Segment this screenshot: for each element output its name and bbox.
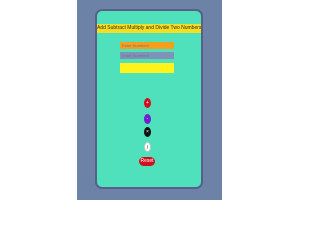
result-display — [120, 63, 174, 73]
add-button[interactable]: + — [144, 98, 151, 108]
app-background: Add Subtract Multiply and Divide Two Num… — [77, 0, 222, 200]
divide-button[interactable]: / — [144, 142, 151, 152]
reset-button[interactable]: Reset — [139, 157, 155, 166]
second-number-input[interactable] — [120, 52, 174, 59]
multiply-button[interactable]: × — [144, 127, 151, 137]
subtract-button[interactable]: - — [144, 114, 151, 124]
phone-frame: Add Subtract Multiply and Divide Two Num… — [95, 9, 203, 189]
app-title: Add Subtract Multiply and Divide Two Num… — [97, 24, 202, 33]
first-number-input[interactable] — [120, 42, 174, 49]
